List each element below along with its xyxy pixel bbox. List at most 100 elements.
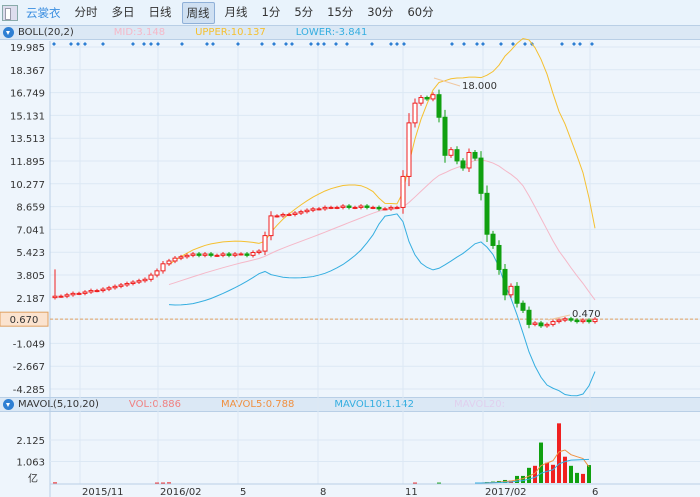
boll-lower: LOWER:-3.841 — [295, 27, 368, 38]
volume-bar — [527, 467, 531, 483]
candle-body — [562, 318, 568, 321]
candle-body — [226, 253, 232, 256]
tab-period[interactable]: 60分 — [403, 2, 437, 24]
signal-marker — [450, 42, 454, 46]
date-tick: 2016/02 — [160, 487, 202, 497]
volume-unit: 亿 — [28, 472, 38, 485]
sidebar-toggle-icon[interactable] — [2, 4, 18, 21]
boll-mid: MID:3.148 — [113, 27, 166, 38]
signal-marker — [260, 42, 264, 46]
price-tick: 8.659 — [16, 203, 45, 214]
candle-body — [532, 322, 538, 325]
price-tick: 16.749 — [10, 89, 45, 100]
volume-bar — [557, 423, 561, 483]
candle-body — [412, 102, 418, 124]
low-annotation: 0.470 — [572, 309, 601, 320]
signal-marker — [499, 42, 503, 46]
volume-bar — [437, 482, 441, 484]
tab-period[interactable]: 月线 — [221, 2, 252, 24]
candle-body — [88, 290, 94, 293]
tab-period[interactable]: 分时 — [71, 2, 102, 24]
candle-body — [100, 288, 106, 292]
price-tick: 13.513 — [10, 134, 45, 145]
volume-bar — [575, 472, 579, 483]
boll-lower-line — [168, 213, 596, 397]
current-price-label: 0.670 — [10, 315, 39, 326]
indicator-dropdown-icon[interactable] — [3, 399, 14, 410]
high-annotation: 18.000 — [462, 81, 497, 92]
candle-body — [358, 205, 364, 208]
tab-period[interactable]: 多日 — [108, 2, 139, 24]
candle-body — [220, 253, 226, 256]
signal-marker — [402, 42, 406, 46]
volume-bar — [515, 475, 519, 483]
boll-upper: UPPER:10.137 — [195, 27, 266, 38]
candle-body — [382, 208, 388, 211]
candle-body — [124, 283, 130, 286]
signal-marker — [462, 42, 466, 46]
signal-marker — [272, 42, 276, 46]
candle-body — [166, 260, 172, 265]
candle-body — [334, 206, 340, 209]
candle-body — [94, 290, 100, 293]
date-tick: 2017/02 — [485, 487, 527, 497]
tab-period[interactable]: 30分 — [363, 2, 397, 24]
price-tick: 3.805 — [16, 271, 45, 282]
candle-body — [322, 206, 328, 210]
candle-body — [82, 291, 88, 294]
signal-marker — [236, 42, 240, 46]
volume-bar — [545, 462, 549, 483]
candle-body — [298, 211, 304, 214]
candle-body — [586, 319, 592, 323]
candle-body — [478, 157, 484, 194]
candle-body — [436, 94, 442, 118]
candle-body — [328, 206, 334, 209]
candle-body — [64, 294, 70, 297]
tab-period[interactable]: 5分 — [290, 2, 317, 24]
candle-body — [550, 321, 556, 325]
candle-body — [274, 215, 280, 218]
signal-marker — [52, 42, 56, 46]
mavol-vol: VOL:0.886 — [128, 399, 182, 410]
candle-body — [442, 116, 448, 156]
tab-period[interactable]: 1分 — [258, 2, 285, 24]
volume-bar — [485, 481, 489, 483]
tab-period[interactable]: 15分 — [323, 2, 357, 24]
date-tick: 6 — [592, 487, 598, 497]
kline-chart[interactable]: 19.985 18.367 16.749 15.131 13.513 11.895 10.2… — [0, 0, 700, 497]
signal-marker — [578, 42, 582, 46]
candle-body — [268, 215, 274, 237]
tab-period[interactable]: 周线 — [181, 1, 215, 24]
volume-bar — [53, 482, 57, 484]
price-tick: 7.041 — [16, 225, 45, 236]
indicator-dropdown-icon[interactable] — [3, 27, 14, 38]
signal-marker — [284, 42, 288, 46]
candle-body — [544, 323, 550, 327]
signal-marker — [211, 42, 215, 46]
candle-body — [472, 151, 478, 159]
mavol-label[interactable]: MAVOL(5,10,20) — [18, 399, 99, 410]
candle-body — [70, 292, 76, 296]
tab-period[interactable]: 日线 — [145, 2, 176, 24]
candle-body — [406, 122, 412, 177]
volume-tick: 1.063 — [16, 458, 45, 469]
boll-label[interactable]: BOLL(20,2) — [18, 27, 74, 38]
mavol-ma20: MAVOL20: — [454, 399, 506, 410]
candle-body — [52, 295, 58, 299]
candle-body — [106, 287, 112, 290]
signal-marker — [76, 42, 80, 46]
candle-body — [136, 280, 142, 283]
candle-body — [448, 149, 454, 156]
mavol10-line — [475, 458, 590, 484]
candle-body — [232, 253, 238, 256]
candle-body — [244, 253, 250, 256]
stock-name-tab[interactable]: 云裳衣 — [22, 3, 65, 23]
date-tick: 8 — [320, 487, 326, 497]
period-toolbar: 云裳衣 分时 多日 日线 周线 月线 1分 5分 15分 30分 60分 — [0, 0, 700, 25]
volume-bar — [491, 481, 495, 483]
current-price-box — [0, 311, 49, 327]
price-tick: 10.277 — [10, 180, 45, 191]
candle-body — [490, 233, 496, 246]
candle-body — [538, 322, 544, 327]
candle-body — [496, 244, 502, 270]
